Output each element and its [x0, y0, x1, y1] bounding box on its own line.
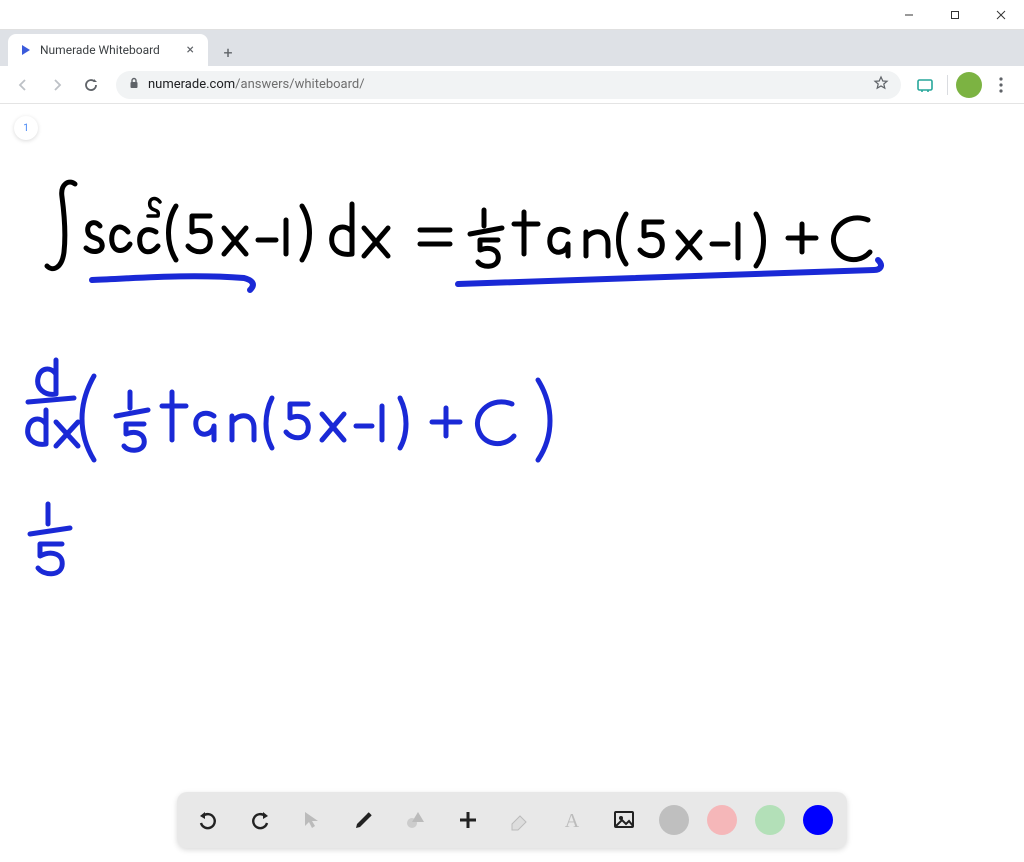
new-tab-button[interactable]: +: [214, 38, 242, 66]
reload-button[interactable]: [76, 70, 106, 100]
insert-tool[interactable]: [451, 803, 485, 837]
whiteboard-canvas[interactable]: 1: [0, 104, 1024, 862]
color-swatch-gray[interactable]: [659, 805, 689, 835]
equation-line-1: [47, 182, 870, 269]
back-button[interactable]: [8, 70, 38, 100]
tab-close-button[interactable]: ×: [183, 42, 198, 58]
extension-icon[interactable]: [911, 71, 939, 99]
redo-button[interactable]: [243, 803, 277, 837]
image-tool[interactable]: [607, 803, 641, 837]
url-path: /answers/whiteboard/: [235, 77, 364, 92]
window-minimize-button[interactable]: [886, 0, 932, 30]
plus-icon: +: [223, 43, 232, 62]
equation-line-2: [28, 360, 550, 460]
window-titlebar: [0, 0, 1024, 30]
tab-strip: Numerade Whiteboard × +: [0, 30, 1024, 66]
color-swatch-blue[interactable]: [803, 805, 833, 835]
window-maximize-button[interactable]: [932, 0, 978, 30]
tab-title: Numerade Whiteboard: [40, 43, 160, 57]
window-close-button[interactable]: [978, 0, 1024, 30]
equation-line-3: [30, 504, 70, 574]
browser-menu-button[interactable]: [986, 77, 1016, 93]
undo-button[interactable]: [191, 803, 225, 837]
url-domain: numerade.com: [148, 77, 235, 92]
browser-toolbar: numerade.com/answers/whiteboard/: [0, 66, 1024, 104]
bookmark-star-button[interactable]: [873, 75, 889, 95]
whiteboard-toolbar: A: [177, 792, 847, 848]
forward-button[interactable]: [42, 70, 72, 100]
shapes-tool[interactable]: [399, 803, 433, 837]
browser-tab-active[interactable]: Numerade Whiteboard ×: [8, 34, 208, 66]
lock-icon: [128, 77, 140, 93]
pointer-tool[interactable]: [295, 803, 329, 837]
eraser-tool[interactable]: [503, 803, 537, 837]
color-swatch-pink[interactable]: [707, 805, 737, 835]
pen-tool[interactable]: [347, 803, 381, 837]
profile-avatar-button[interactable]: [956, 72, 982, 98]
handwriting-layer: [0, 104, 1024, 804]
text-tool[interactable]: A: [555, 803, 589, 837]
toolbar-separator: [947, 75, 948, 95]
favicon-icon: [18, 42, 34, 58]
svg-text:A: A: [565, 810, 580, 831]
color-swatch-green[interactable]: [755, 805, 785, 835]
url-text: numerade.com/answers/whiteboard/: [148, 77, 365, 92]
address-bar[interactable]: numerade.com/answers/whiteboard/: [116, 71, 901, 99]
